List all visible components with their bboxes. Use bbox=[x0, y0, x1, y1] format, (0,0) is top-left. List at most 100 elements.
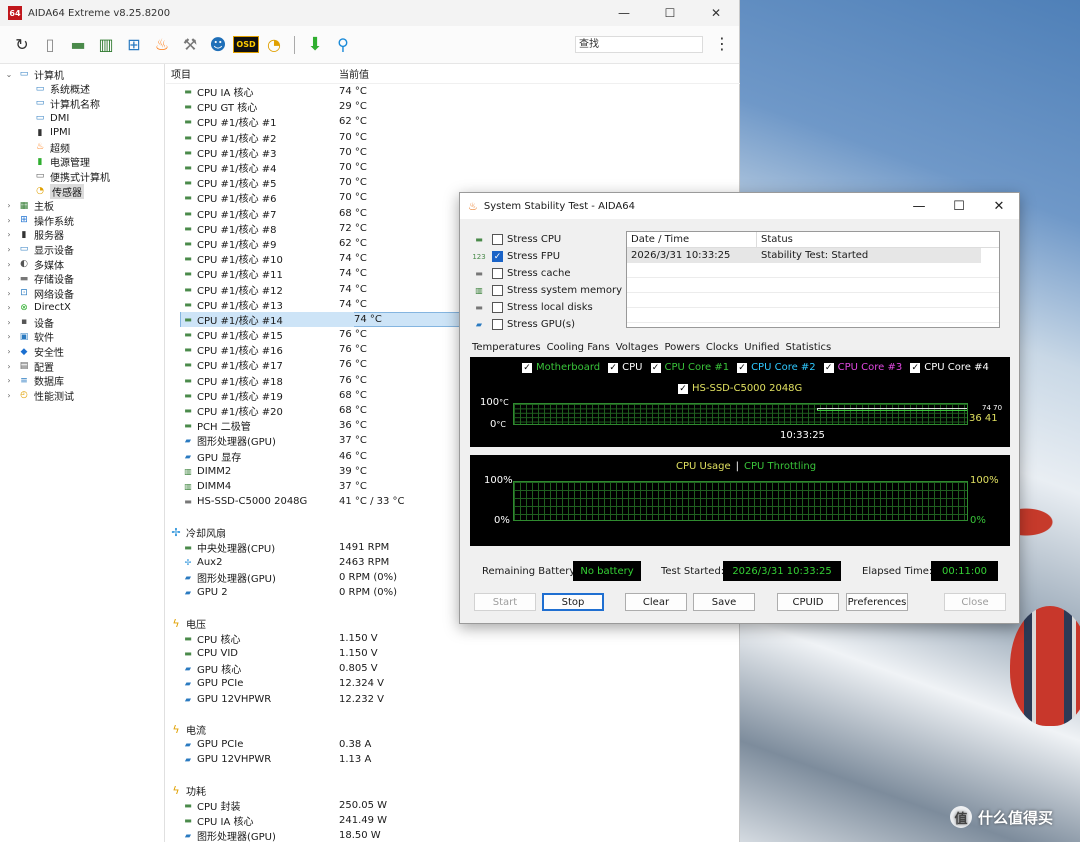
list-item[interactable]: ▬ CPU #1/核心 #3 70 °C bbox=[166, 145, 740, 160]
minimize-button[interactable]: — bbox=[601, 0, 647, 26]
list-item[interactable]: ▰ GPU 12VHPWR 1.13 A bbox=[166, 752, 740, 767]
stress-option[interactable]: ▬ Stress CPU bbox=[472, 231, 622, 248]
dialog-close-button[interactable]: ✕ bbox=[979, 199, 1019, 214]
tree-item[interactable]: ▮ IPMI bbox=[0, 125, 164, 140]
user-icon[interactable]: ☻ bbox=[204, 31, 232, 59]
list-item[interactable]: ▬ CPU #1/核心 #1 62 °C bbox=[166, 114, 740, 129]
expand-chevron-icon[interactable]: › bbox=[4, 347, 14, 356]
stop-button[interactable]: Stop bbox=[542, 593, 604, 611]
legend-item[interactable]: ✓ CPU Core #2 bbox=[737, 362, 816, 373]
dialog-minimize-button[interactable]: — bbox=[899, 199, 939, 214]
legend-item[interactable]: ✓ CPU bbox=[608, 362, 643, 373]
tree-item[interactable]: › ▦ 主板 bbox=[0, 198, 164, 214]
stress-checkbox[interactable] bbox=[492, 268, 503, 279]
stress-option[interactable]: 123 ✓ Stress FPU bbox=[472, 248, 622, 265]
expand-chevron-icon[interactable]: ⌄ bbox=[4, 70, 14, 79]
tree-item[interactable]: › ▭ 显示设备 bbox=[0, 242, 164, 257]
expand-chevron-icon[interactable]: › bbox=[4, 216, 14, 225]
search-input[interactable]: 查找 bbox=[575, 36, 703, 53]
tree-item[interactable]: › ◴ 性能测试 bbox=[0, 388, 164, 403]
column-value[interactable]: 当前值 bbox=[335, 66, 369, 81]
stress-option[interactable]: ▰ Stress GPU(s) bbox=[472, 316, 622, 333]
column-date[interactable]: Date / Time bbox=[627, 232, 757, 247]
tree-item[interactable]: ▭ 便携式计算机 bbox=[0, 169, 164, 184]
tab-powers[interactable]: Powers bbox=[664, 342, 699, 353]
legend-checkbox[interactable]: ✓ bbox=[650, 362, 661, 373]
tree-item[interactable]: ▭ DMI bbox=[0, 111, 164, 126]
stress-option[interactable]: ▥ Stress system memory bbox=[472, 282, 622, 299]
tools-icon[interactable]: ⚒ bbox=[176, 31, 204, 59]
tree-item[interactable]: › ▬ 存储设备 bbox=[0, 271, 164, 287]
tree-item[interactable]: › ⊡ 网络设备 bbox=[0, 286, 164, 301]
expand-chevron-icon[interactable]: › bbox=[4, 245, 14, 254]
list-item[interactable]: ▰ GPU 核心 0.805 V bbox=[166, 661, 740, 676]
legend-checkbox[interactable]: ✓ bbox=[910, 362, 921, 373]
list-item[interactable]: ▬ CPU #1/核心 #4 70 °C bbox=[166, 160, 740, 175]
tree-item[interactable]: › ▪ 设备 bbox=[0, 315, 164, 330]
list-item[interactable]: ▬ CPU #1/核心 #5 70 °C bbox=[166, 175, 740, 190]
save-button[interactable]: Save bbox=[693, 593, 755, 611]
dialog-maximize-button[interactable]: ☐ bbox=[939, 199, 979, 214]
tree-item[interactable]: › ⊗ DirectX bbox=[0, 301, 164, 316]
list-item[interactable]: ▰ GPU PCIe 0.38 A bbox=[166, 737, 740, 752]
legend-item[interactable]: ✓ CPU Core #1 bbox=[650, 362, 729, 373]
tree-item[interactable]: › ▤ 配置 bbox=[0, 359, 164, 374]
tab-temperatures[interactable]: Temperatures bbox=[472, 342, 541, 353]
stress-checkbox[interactable]: ✓ bbox=[492, 251, 503, 262]
list-item[interactable]: ▬ CPU #1/核心 #14 74 °C bbox=[180, 311, 470, 327]
legend-ssd[interactable]: ✓ HS-SSD-C5000 2048G bbox=[678, 383, 802, 394]
tab-unified[interactable]: Unified bbox=[744, 342, 779, 353]
expand-chevron-icon[interactable]: › bbox=[4, 274, 14, 283]
list-item[interactable]: ▬ CPU VID 1.150 V bbox=[166, 646, 740, 661]
stress-option[interactable]: ▬ Stress cache bbox=[472, 265, 622, 282]
flame-icon[interactable]: ♨ bbox=[148, 31, 176, 59]
expand-chevron-icon[interactable]: › bbox=[4, 391, 14, 400]
column-item[interactable]: 项目 bbox=[166, 66, 335, 81]
maximize-button[interactable]: ☐ bbox=[647, 0, 693, 26]
tree-item[interactable]: ♨ 超频 bbox=[0, 140, 164, 155]
expand-chevron-icon[interactable]: › bbox=[4, 201, 14, 210]
list-item[interactable]: ▬ CPU GT 核心 29 °C bbox=[166, 99, 740, 114]
expand-chevron-icon[interactable]: › bbox=[4, 362, 14, 371]
gauge-icon[interactable]: ◔ bbox=[260, 31, 288, 59]
stress-checkbox[interactable] bbox=[492, 285, 503, 296]
osd-icon[interactable]: OSD bbox=[232, 31, 260, 59]
expand-chevron-icon[interactable]: › bbox=[4, 318, 14, 327]
tab-statistics[interactable]: Statistics bbox=[786, 342, 832, 353]
list-item[interactable]: ▬ CPU 封装 250.05 W bbox=[166, 798, 740, 813]
expand-chevron-icon[interactable]: › bbox=[4, 303, 14, 312]
stress-option[interactable]: ▬ Stress local disks bbox=[472, 299, 622, 316]
tree-item[interactable]: › ▣ 软件 bbox=[0, 330, 164, 345]
tree-item[interactable]: › ▮ 服务器 bbox=[0, 228, 164, 243]
search-icon[interactable]: ⚲ bbox=[329, 31, 357, 59]
motherboard-icon[interactable]: ▬ bbox=[64, 31, 92, 59]
list-item[interactable]: ▬ CPU #1/核心 #2 70 °C bbox=[166, 130, 740, 145]
memory-icon[interactable]: ▥ bbox=[92, 31, 120, 59]
list-item[interactable]: ▰ 图形处理器(GPU) 18.50 W bbox=[166, 828, 740, 842]
clear-button[interactable]: Clear bbox=[625, 593, 687, 611]
legend-item[interactable]: ✓ Motherboard bbox=[522, 362, 600, 373]
preferences-button[interactable]: Preferences bbox=[846, 593, 908, 611]
start-button[interactable]: Start bbox=[474, 593, 536, 611]
expand-chevron-icon[interactable]: › bbox=[4, 230, 14, 239]
legend-checkbox[interactable]: ✓ bbox=[522, 362, 532, 373]
tab-clocks[interactable]: Clocks bbox=[706, 342, 738, 353]
list-item[interactable]: ▰ GPU 12VHPWR 12.232 V bbox=[166, 692, 740, 707]
legend-item[interactable]: ✓ CPU Core #4 bbox=[910, 362, 989, 373]
stress-checkbox[interactable] bbox=[492, 234, 503, 245]
legend-item[interactable]: ✓ CPU Core #3 bbox=[823, 362, 902, 373]
expand-chevron-icon[interactable]: › bbox=[4, 376, 14, 385]
network-icon[interactable]: ⊞ bbox=[120, 31, 148, 59]
list-item[interactable]: ▬ CPU IA 核心 74 °C bbox=[166, 84, 740, 99]
tab-cooling-fans[interactable]: Cooling Fans bbox=[547, 342, 610, 353]
column-status[interactable]: Status bbox=[757, 234, 793, 245]
tree-item[interactable]: › ≡ 数据库 bbox=[0, 373, 164, 389]
tree-item[interactable]: › ⊞ 操作系统 bbox=[0, 213, 164, 228]
status-row[interactable]: 2026/3/31 10:33:25 Stability Test: Start… bbox=[627, 248, 981, 263]
tree-item[interactable]: › ◆ 安全性 bbox=[0, 344, 164, 360]
list-item[interactable]: ▬ CPU IA 核心 241.49 W bbox=[166, 813, 740, 828]
legend-checkbox[interactable]: ✓ bbox=[823, 362, 834, 373]
close-button[interactable]: ✕ bbox=[693, 0, 739, 26]
tree-item[interactable]: ⌄ ▭ 计算机 bbox=[0, 67, 164, 82]
legend-ssd-checkbox[interactable]: ✓ bbox=[678, 383, 688, 394]
